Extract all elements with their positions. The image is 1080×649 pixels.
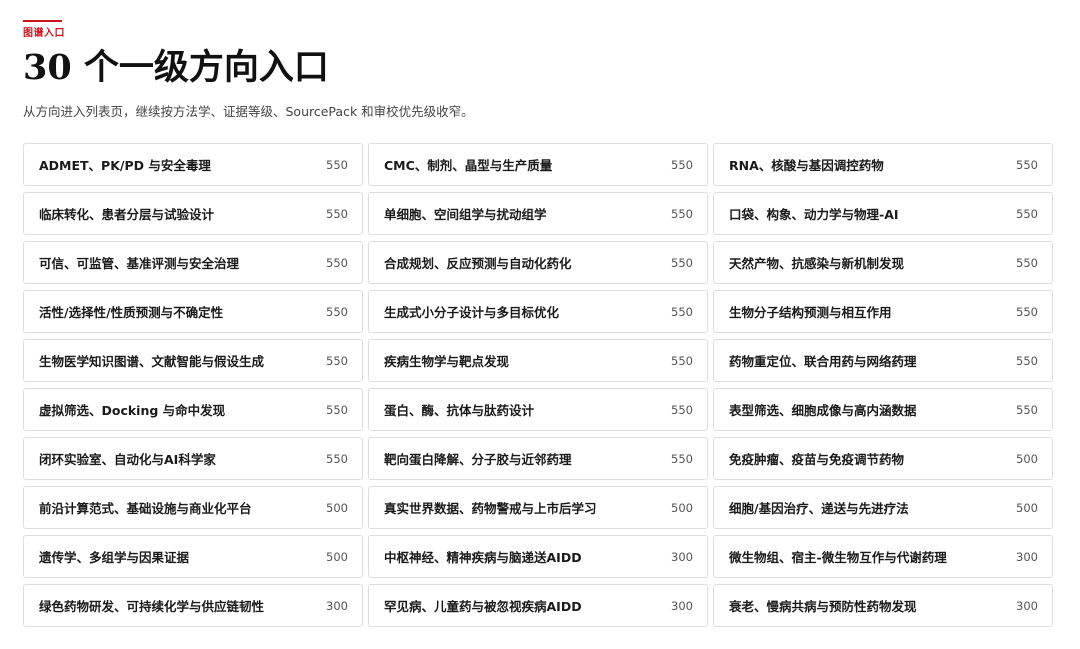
direction-card[interactable]: CMC、制剂、晶型与生产质量 550 [368, 143, 708, 186]
direction-label: 临床转化、患者分层与试验设计 [39, 207, 215, 222]
direction-card[interactable]: 衰老、慢病共病与预防性药物发现 300 [713, 584, 1053, 627]
direction-card[interactable]: 表型筛选、细胞成像与高内涵数据 550 [713, 388, 1053, 431]
direction-count: 550 [671, 157, 693, 172]
direction-card[interactable]: 免疫肿瘤、疫苗与免疫调节药物 500 [713, 437, 1053, 480]
direction-card[interactable]: 天然产物、抗感染与新机制发现 550 [713, 241, 1053, 284]
direction-card[interactable]: 遗传学、多组学与因果证据 500 [23, 535, 363, 578]
direction-card[interactable]: RNA、核酸与基因调控药物 550 [713, 143, 1053, 186]
direction-count: 550 [326, 353, 348, 368]
direction-card[interactable]: 临床转化、患者分层与试验设计 550 [23, 192, 363, 235]
direction-count: 300 [671, 598, 693, 613]
direction-count: 550 [326, 402, 348, 417]
direction-label: 细胞/基因治疗、递送与先进疗法 [729, 501, 909, 516]
direction-count: 550 [671, 353, 693, 368]
direction-card[interactable]: 靶向蛋白降解、分子胶与近邻药理 550 [368, 437, 708, 480]
direction-count: 550 [671, 206, 693, 221]
direction-count: 550 [671, 402, 693, 417]
direction-label: 罕见病、儿童药与被忽视疾病AIDD [384, 599, 582, 614]
direction-label: 免疫肿瘤、疫苗与免疫调节药物 [729, 452, 905, 467]
direction-label: 药物重定位、联合用药与网络药理 [729, 354, 917, 369]
direction-count: 550 [326, 157, 348, 172]
direction-label: 靶向蛋白降解、分子胶与近邻药理 [384, 452, 572, 467]
direction-label: 中枢神经、精神疾病与脑递送AIDD [384, 550, 582, 565]
direction-card[interactable]: 微生物组、宿主-微生物互作与代谢药理 300 [713, 535, 1053, 578]
direction-count: 500 [1016, 500, 1038, 515]
direction-count: 300 [1016, 549, 1038, 564]
direction-label: 生物医学知识图谱、文献智能与假设生成 [39, 354, 265, 369]
direction-count: 550 [671, 451, 693, 466]
section-title: 30 个一级方向入口 [23, 47, 329, 88]
direction-card[interactable]: 生物医学知识图谱、文献智能与假设生成 550 [23, 339, 363, 382]
direction-card[interactable]: 细胞/基因治疗、递送与先进疗法 500 [713, 486, 1053, 529]
direction-card[interactable]: 绿色药物研发、可持续化学与供应链韧性 300 [23, 584, 363, 627]
direction-count: 550 [1016, 206, 1038, 221]
direction-card[interactable]: 罕见病、儿童药与被忽视疾病AIDD 300 [368, 584, 708, 627]
direction-label: 遗传学、多组学与因果证据 [39, 550, 190, 565]
direction-count: 500 [671, 500, 693, 515]
direction-count: 500 [326, 500, 348, 515]
direction-label: 真实世界数据、药物警戒与上市后学习 [384, 501, 597, 516]
direction-count: 550 [326, 206, 348, 221]
direction-label: 口袋、构象、动力学与物理-AI [729, 207, 899, 222]
direction-count: 550 [1016, 402, 1038, 417]
direction-label: 天然产物、抗感染与新机制发现 [729, 256, 905, 271]
direction-label: 可信、可监管、基准评测与安全治理 [39, 256, 240, 271]
direction-label: 虚拟筛选、Docking 与命中发现 [39, 403, 226, 418]
direction-card[interactable]: 前沿计算范式、基础设施与商业化平台 500 [23, 486, 363, 529]
direction-card[interactable]: 单细胞、空间组学与扰动组学 550 [368, 192, 708, 235]
direction-card[interactable]: 虚拟筛选、Docking 与命中发现 550 [23, 388, 363, 431]
direction-count: 550 [326, 255, 348, 270]
direction-count: 550 [1016, 304, 1038, 319]
section-eyebrow: 图谱入口 [23, 28, 65, 39]
direction-count: 300 [326, 598, 348, 613]
direction-label: ADMET、PK/PD 与安全毒理 [39, 158, 211, 173]
direction-label: 活性/选择性/性质预测与不确定性 [39, 305, 224, 320]
direction-card[interactable]: 活性/选择性/性质预测与不确定性 550 [23, 290, 363, 333]
direction-label: 表型筛选、细胞成像与高内涵数据 [729, 403, 917, 418]
direction-card[interactable]: 药物重定位、联合用药与网络药理 550 [713, 339, 1053, 382]
section-subtitle: 从方向进入列表页，继续按方法学、证据等级、SourcePack 和审校优先级收窄… [23, 104, 474, 119]
accent-divider [23, 20, 62, 22]
direction-label: 微生物组、宿主-微生物互作与代谢药理 [729, 550, 947, 565]
direction-card[interactable]: 生物分子结构预测与相互作用 550 [713, 290, 1053, 333]
direction-count: 550 [326, 304, 348, 319]
direction-label: 前沿计算范式、基础设施与商业化平台 [39, 501, 252, 516]
direction-count: 550 [326, 451, 348, 466]
direction-label: 绿色药物研发、可持续化学与供应链韧性 [39, 599, 265, 614]
direction-card[interactable]: 可信、可监管、基准评测与安全治理 550 [23, 241, 363, 284]
direction-count: 550 [671, 304, 693, 319]
direction-count: 300 [1016, 598, 1038, 613]
direction-count: 550 [1016, 255, 1038, 270]
direction-label: 合成规划、反应预测与自动化药化 [384, 256, 572, 271]
direction-label: 闭环实验室、自动化与AI科学家 [39, 452, 216, 467]
direction-label: 衰老、慢病共病与预防性药物发现 [729, 599, 917, 614]
direction-card[interactable]: 中枢神经、精神疾病与脑递送AIDD 300 [368, 535, 708, 578]
direction-count: 500 [1016, 451, 1038, 466]
direction-count: 300 [671, 549, 693, 564]
direction-count: 550 [1016, 353, 1038, 368]
direction-card[interactable]: 真实世界数据、药物警戒与上市后学习 500 [368, 486, 708, 529]
direction-grid: ADMET、PK/PD 与安全毒理 550 CMC、制剂、晶型与生产质量 550 R… [23, 143, 1054, 627]
direction-card[interactable]: 生成式小分子设计与多目标优化 550 [368, 290, 708, 333]
direction-card[interactable]: 疾病生物学与靶点发现 550 [368, 339, 708, 382]
direction-label: 生物分子结构预测与相互作用 [729, 305, 892, 320]
direction-label: 单细胞、空间组学与扰动组学 [384, 207, 547, 222]
direction-count: 500 [326, 549, 348, 564]
direction-card[interactable]: 口袋、构象、动力学与物理-AI 550 [713, 192, 1053, 235]
direction-label: RNA、核酸与基因调控药物 [729, 158, 884, 173]
direction-card[interactable]: 合成规划、反应预测与自动化药化 550 [368, 241, 708, 284]
direction-label: 生成式小分子设计与多目标优化 [384, 305, 560, 320]
direction-card[interactable]: ADMET、PK/PD 与安全毒理 550 [23, 143, 363, 186]
direction-label: 疾病生物学与靶点发现 [384, 354, 510, 369]
direction-card[interactable]: 闭环实验室、自动化与AI科学家 550 [23, 437, 363, 480]
direction-card[interactable]: 蛋白、酶、抗体与肽药设计 550 [368, 388, 708, 431]
direction-count: 550 [671, 255, 693, 270]
direction-label: 蛋白、酶、抗体与肽药设计 [384, 403, 535, 418]
direction-label: CMC、制剂、晶型与生产质量 [384, 158, 553, 173]
direction-count: 550 [1016, 157, 1038, 172]
